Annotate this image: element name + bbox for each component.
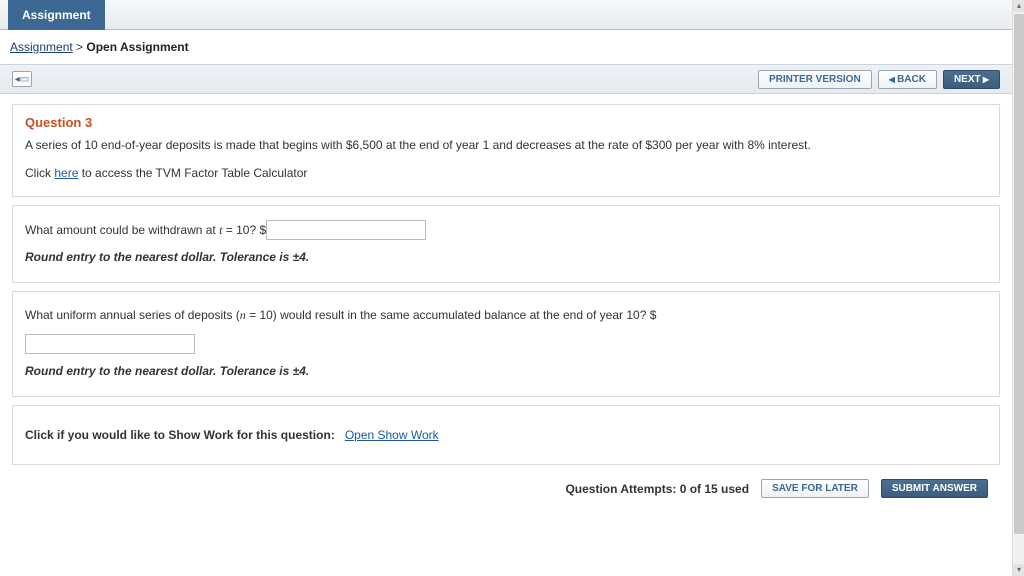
part2-answer-input[interactable] [25, 334, 195, 354]
part2-note: Round entry to the nearest dollar. Toler… [25, 364, 987, 378]
back-button[interactable]: ◀ BACK [878, 70, 937, 89]
printer-version-button[interactable]: PRINTER VERSION [758, 70, 872, 89]
question-header-card: Question 3 A series of 10 end-of-year de… [12, 104, 1000, 197]
part-1-card: What amount could be withdrawn at t = 10… [12, 205, 1000, 283]
tvm-calculator-link[interactable]: here [54, 166, 78, 180]
open-show-work-link[interactable]: Open Show Work [345, 428, 439, 442]
tab-assignment[interactable]: Assignment [8, 0, 105, 30]
arrow-left-box-icon: ◂▭ [15, 74, 29, 85]
triangle-right-icon: ▶ [981, 74, 989, 83]
back-button-label: BACK [897, 74, 926, 85]
save-for-later-button[interactable]: SAVE FOR LATER [761, 479, 869, 498]
submit-answer-button[interactable]: SUBMIT ANSWER [881, 479, 988, 498]
part1-answer-input[interactable] [266, 220, 426, 240]
collapse-button[interactable]: ◂▭ [12, 71, 32, 87]
next-button[interactable]: NEXT ▶ [943, 70, 1000, 89]
scrollbar-thumb[interactable] [1014, 14, 1024, 534]
breadcrumb: Assignment > Open Assignment [0, 30, 1012, 64]
top-tab-bar: Assignment [0, 0, 1012, 30]
breadcrumb-current: Open Assignment [86, 40, 188, 54]
vertical-scrollbar[interactable]: ▴ ▾ [1012, 0, 1024, 576]
question-body: A series of 10 end-of-year deposits is m… [25, 136, 987, 154]
part1-prompt-pre: What amount could be withdrawn at [25, 223, 219, 237]
part2-prompt-pre: What uniform annual series of deposits ( [25, 308, 240, 322]
part1-note: Round entry to the nearest dollar. Toler… [25, 250, 987, 264]
footer-row: Question Attempts: 0 of 15 used SAVE FOR… [12, 473, 1000, 498]
action-toolbar: ◂▭ PRINTER VERSION ◀ BACK NEXT ▶ [0, 64, 1012, 94]
part1-prompt-post: = 10? $ [222, 223, 266, 237]
breadcrumb-sep: > [76, 40, 86, 54]
scroll-down-arrow-icon[interactable]: ▾ [1013, 564, 1024, 576]
question-title: Question 3 [25, 115, 987, 130]
next-button-label: NEXT [954, 74, 981, 85]
breadcrumb-link-assignment[interactable]: Assignment [10, 40, 73, 54]
click-prefix: Click [25, 166, 54, 180]
attempts-text: Question Attempts: 0 of 15 used [565, 482, 749, 496]
click-suffix: to access the TVM Factor Table Calculato… [78, 166, 307, 180]
part2-prompt-mid: = 10) would result in the same accumulat… [246, 308, 657, 322]
triangle-left-icon: ◀ [889, 74, 897, 83]
show-work-card: Click if you would like to Show Work for… [12, 405, 1000, 465]
show-work-label: Click if you would like to Show Work for… [25, 428, 335, 442]
part-2-card: What uniform annual series of deposits (… [12, 291, 1000, 397]
scroll-up-arrow-icon[interactable]: ▴ [1013, 0, 1024, 12]
